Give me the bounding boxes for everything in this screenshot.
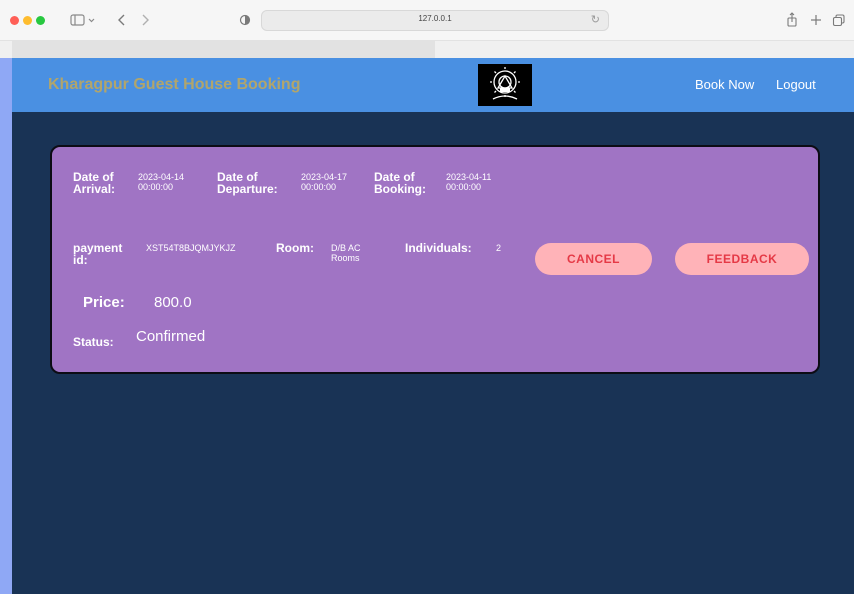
tab-strip [0, 40, 854, 59]
logout-link[interactable]: Logout [776, 77, 816, 92]
url-text: 127.0.0.1 [418, 14, 452, 23]
payment-id-value: XST54T8BJQMJYKJZ [146, 243, 236, 253]
price-value: 800.0 [154, 294, 192, 311]
room-label: Room: [276, 241, 314, 255]
close-window-button[interactable] [10, 16, 19, 25]
address-bar[interactable]: 127.0.0.1 ↻ [261, 10, 609, 31]
status-value: Confirmed [136, 328, 206, 345]
active-tab[interactable] [12, 41, 435, 59]
payment-id-label: payment id: [73, 241, 123, 267]
book-now-link[interactable]: Book Now [695, 77, 754, 92]
departure-value: 2023-04-17 00:00:00 [301, 172, 348, 192]
zoom-window-button[interactable] [36, 16, 45, 25]
logo-icon [478, 64, 532, 106]
arrival-value: 2023-04-14 00:00:00 [138, 172, 185, 192]
reload-icon[interactable]: ↻ [591, 13, 600, 26]
sidebar-icon[interactable] [70, 10, 98, 30]
minimize-window-button[interactable] [23, 16, 32, 25]
cancel-button[interactable]: CANCEL [535, 243, 652, 275]
navbar: Kharagpur Guest House Booking Book Now L… [12, 58, 854, 112]
shield-icon[interactable] [239, 10, 251, 30]
browser-chrome: 127.0.0.1 ↻ [0, 0, 854, 59]
price-label: Price: [83, 294, 125, 311]
app-page: Kharagpur Guest House Booking Book Now L… [12, 58, 854, 594]
individuals-value: 2 [496, 243, 502, 253]
feedback-button[interactable]: FEEDBACK [675, 243, 809, 275]
browser-toolbar: 127.0.0.1 ↻ [0, 0, 854, 40]
booking-date-value: 2023-04-11 00:00:00 [446, 172, 492, 192]
individuals-label: Individuals: [405, 241, 472, 255]
room-value: D/B AC Rooms [331, 243, 361, 263]
departure-label: Date of Departure: [217, 170, 278, 196]
plus-icon[interactable] [810, 10, 822, 30]
status-label: Status: [73, 335, 114, 349]
forward-icon[interactable] [139, 10, 151, 30]
brand-title[interactable]: Kharagpur Guest House Booking [48, 76, 300, 94]
booking-date-label: Date of Booking: [374, 170, 426, 196]
tabs-icon[interactable] [832, 10, 846, 30]
booking-card: Date of Arrival: 2023-04-14 00:00:00 Dat… [50, 145, 820, 374]
arrival-label: Date of Arrival: [73, 170, 116, 196]
share-icon[interactable] [786, 10, 798, 30]
desktop-background [0, 58, 12, 594]
back-icon[interactable] [116, 10, 128, 30]
